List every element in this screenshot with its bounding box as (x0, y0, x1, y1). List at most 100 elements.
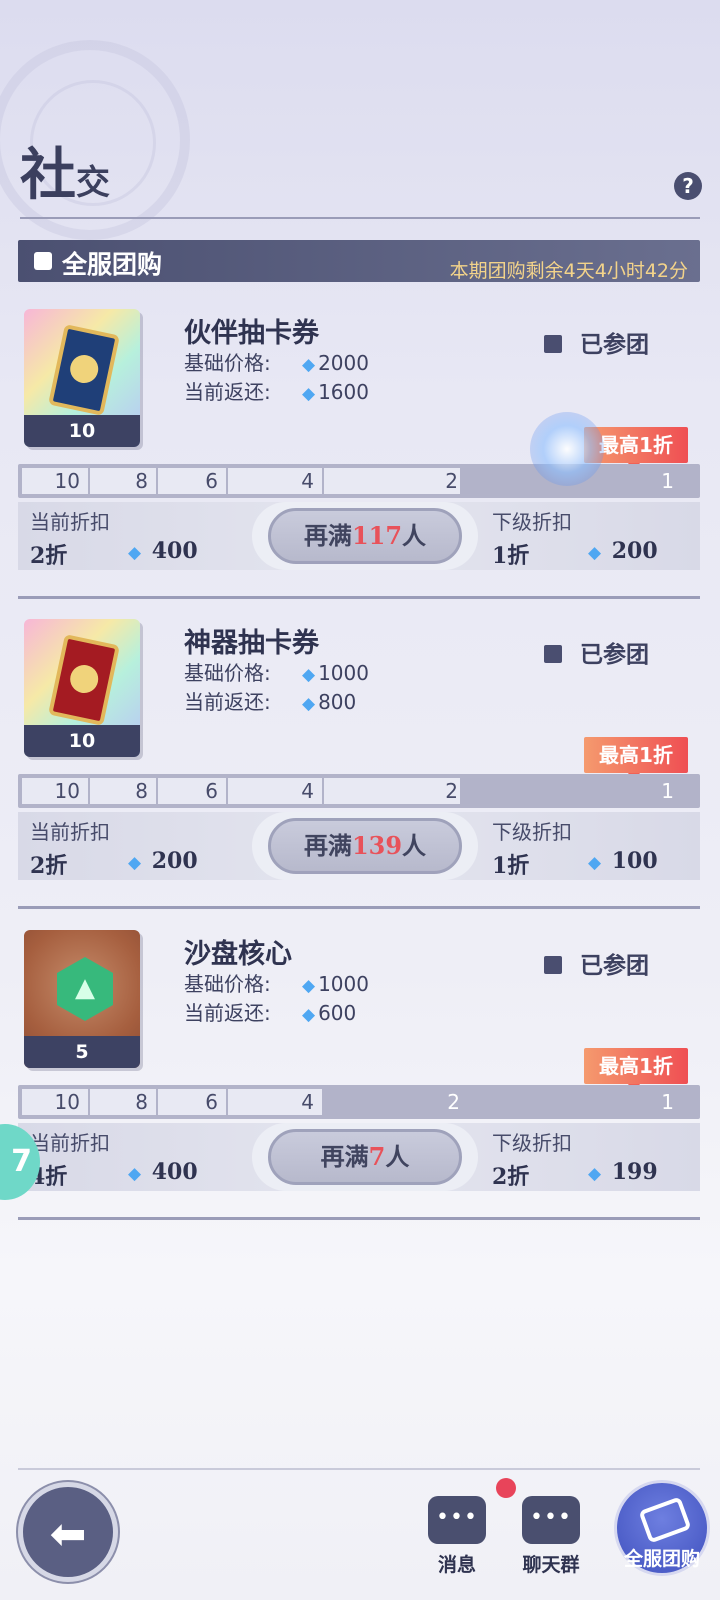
current-discount-label: 当前折扣 (30, 1131, 110, 1155)
banner-square-icon (34, 252, 52, 270)
sandbox-core-icon (57, 957, 113, 1021)
tick-label: 6 (158, 1089, 228, 1115)
tick-label: 4 (228, 778, 324, 804)
tick-label: 1 (661, 779, 674, 803)
gem-icon: ◆ (302, 355, 316, 375)
current-return-row: 当前返还: ◆ 600 (184, 1001, 357, 1025)
tick-label: 8 (90, 1089, 158, 1115)
group-buy-label: 全服团购 (623, 1548, 700, 1570)
item-name: 神器抽卡券 (184, 628, 319, 659)
base-price-row: 基础价格: ◆ 1000 (184, 972, 369, 996)
arrow-left-icon: ⬅ (49, 1509, 87, 1560)
notification-dot (496, 1478, 516, 1498)
current-discount-value: 2折 (30, 853, 68, 879)
floating-orb-icon[interactable] (530, 412, 604, 486)
group-buy-item: 5 沙盘核心 基础价格:◆1000 当前返还:◆600 已参团 最高1折 10 … (0, 930, 720, 1250)
joined-checkbox[interactable]: 已参团 (544, 635, 649, 669)
tick-label: 4 (228, 468, 324, 494)
artifact-card-ticket-icon (48, 634, 120, 726)
next-discount-label: 下级折扣 (492, 1131, 572, 1155)
next-gems: ◆ 199 (588, 1159, 658, 1185)
item-card[interactable]: 10 (24, 619, 140, 757)
tick-label: 2 (324, 778, 468, 804)
tick-label: 2 (324, 468, 468, 494)
gem-icon: ◆ (302, 384, 316, 404)
partner-card-ticket-icon (48, 324, 120, 416)
next-discount-label: 下级折扣 (492, 510, 572, 534)
group-buy-banner: 全服团购 本期团购剩余4天4小时42分 (18, 240, 700, 282)
next-discount-value: 2折 (492, 1164, 530, 1190)
next-gems: ◆ 100 (588, 848, 658, 874)
item-divider (18, 596, 700, 599)
current-return-row: 当前返还: ◆ 1600 (184, 380, 369, 404)
gem-icon: ◆ (128, 1164, 142, 1184)
item-card[interactable]: 5 (24, 930, 140, 1068)
tick-label: 1 (661, 1090, 674, 1114)
need-more-button[interactable]: 再满139人 (252, 812, 478, 880)
need-count: 7 (368, 1142, 386, 1171)
gem-icon: ◆ (588, 1164, 602, 1184)
group-buy-nav-button[interactable]: 全服团购 (614, 1480, 710, 1576)
card-count: 10 (24, 415, 140, 447)
max-discount-tag: 最高1折 (584, 737, 688, 781)
need-count: 117 (351, 521, 403, 550)
tick-label: 2 (447, 1090, 460, 1114)
current-gems: ◆ 400 (128, 538, 198, 564)
next-discount-value: 1折 (492, 543, 530, 569)
ticket-icon (638, 1496, 692, 1544)
item-name: 伙伴抽卡券 (184, 318, 319, 349)
gem-icon: ◆ (302, 976, 316, 996)
next-discount-value: 1折 (492, 853, 530, 879)
base-price-row: 基础价格: ◆ 2000 (184, 351, 369, 375)
tick-label: 6 (158, 778, 228, 804)
discount-progress-bar: 10 8 6 4 2 1 (18, 1085, 700, 1119)
chat-group-label: 聊天群 (522, 1554, 580, 1576)
gem-icon: ◆ (128, 853, 142, 873)
gem-icon: ◆ (588, 853, 602, 873)
group-buy-item: 10 神器抽卡券 基础价格: ◆ 1000 当前返还: ◆ 800 已参团 最高1折 1… (0, 619, 720, 939)
current-discount-value: 2折 (30, 543, 68, 569)
banner-title: 全服团购 (62, 250, 163, 279)
need-count: 139 (351, 831, 403, 860)
discount-panel: 当前折扣 2折 ◆ 200 再满139人 下级折扣 1折 ◆ 100 (18, 812, 700, 880)
card-count: 5 (24, 1036, 140, 1068)
item-name: 沙盘核心 (184, 939, 292, 970)
next-gems: ◆ 200 (588, 538, 658, 564)
messages-label: 消息 (437, 1554, 476, 1576)
page-title: 社交 (20, 142, 110, 208)
bottom-divider (18, 1468, 700, 1470)
item-divider (18, 1217, 700, 1220)
tick-label: 10 (22, 778, 90, 804)
current-gems: ◆ 200 (128, 848, 198, 874)
base-price-row: 基础价格: ◆ 1000 (184, 661, 369, 685)
gem-icon: ◆ (302, 1005, 316, 1025)
current-gems: ◆ 400 (128, 1159, 198, 1185)
current-discount-label: 当前折扣 (30, 510, 110, 534)
tick-label: 8 (90, 468, 158, 494)
current-discount-label: 当前折扣 (30, 820, 110, 844)
tick-label: 6 (158, 468, 228, 494)
max-discount-tag: 最高1折 (584, 1048, 688, 1092)
joined-checkbox[interactable]: 已参团 (544, 946, 649, 980)
tick-label: 10 (22, 468, 90, 494)
group-buy-item: 10 伙伴抽卡券 基础价格: ◆ 2000 当前返还: ◆ 1600 已参团 最高1折 … (0, 309, 720, 629)
checkbox-icon (544, 956, 562, 974)
joined-checkbox[interactable]: 已参团 (544, 325, 649, 359)
chat-group-button[interactable]: ••• 聊天群 (522, 1496, 580, 1577)
gem-icon: ◆ (302, 665, 316, 685)
banner-timer: 本期团购剩余4天4小时42分 (449, 260, 688, 282)
help-icon[interactable]: ? (674, 172, 702, 200)
gem-icon: ◆ (302, 694, 316, 714)
discount-panel: 当前折扣 4折 ◆ 400 再满7人 下级折扣 2折 ◆ 199 (18, 1123, 700, 1191)
item-card[interactable]: 10 (24, 309, 140, 447)
checkbox-icon (544, 645, 562, 663)
back-button[interactable]: ⬅ (18, 1482, 118, 1582)
title-divider (20, 217, 700, 219)
tick-label: 8 (90, 778, 158, 804)
checkbox-icon (544, 335, 562, 353)
need-more-button[interactable]: 再满117人 (252, 502, 478, 570)
need-more-button[interactable]: 再满7人 (252, 1123, 478, 1191)
messages-button[interactable]: ••• 消息 (428, 1496, 486, 1577)
gem-icon: ◆ (128, 543, 142, 563)
chat-group-icon: ••• (522, 1496, 580, 1544)
